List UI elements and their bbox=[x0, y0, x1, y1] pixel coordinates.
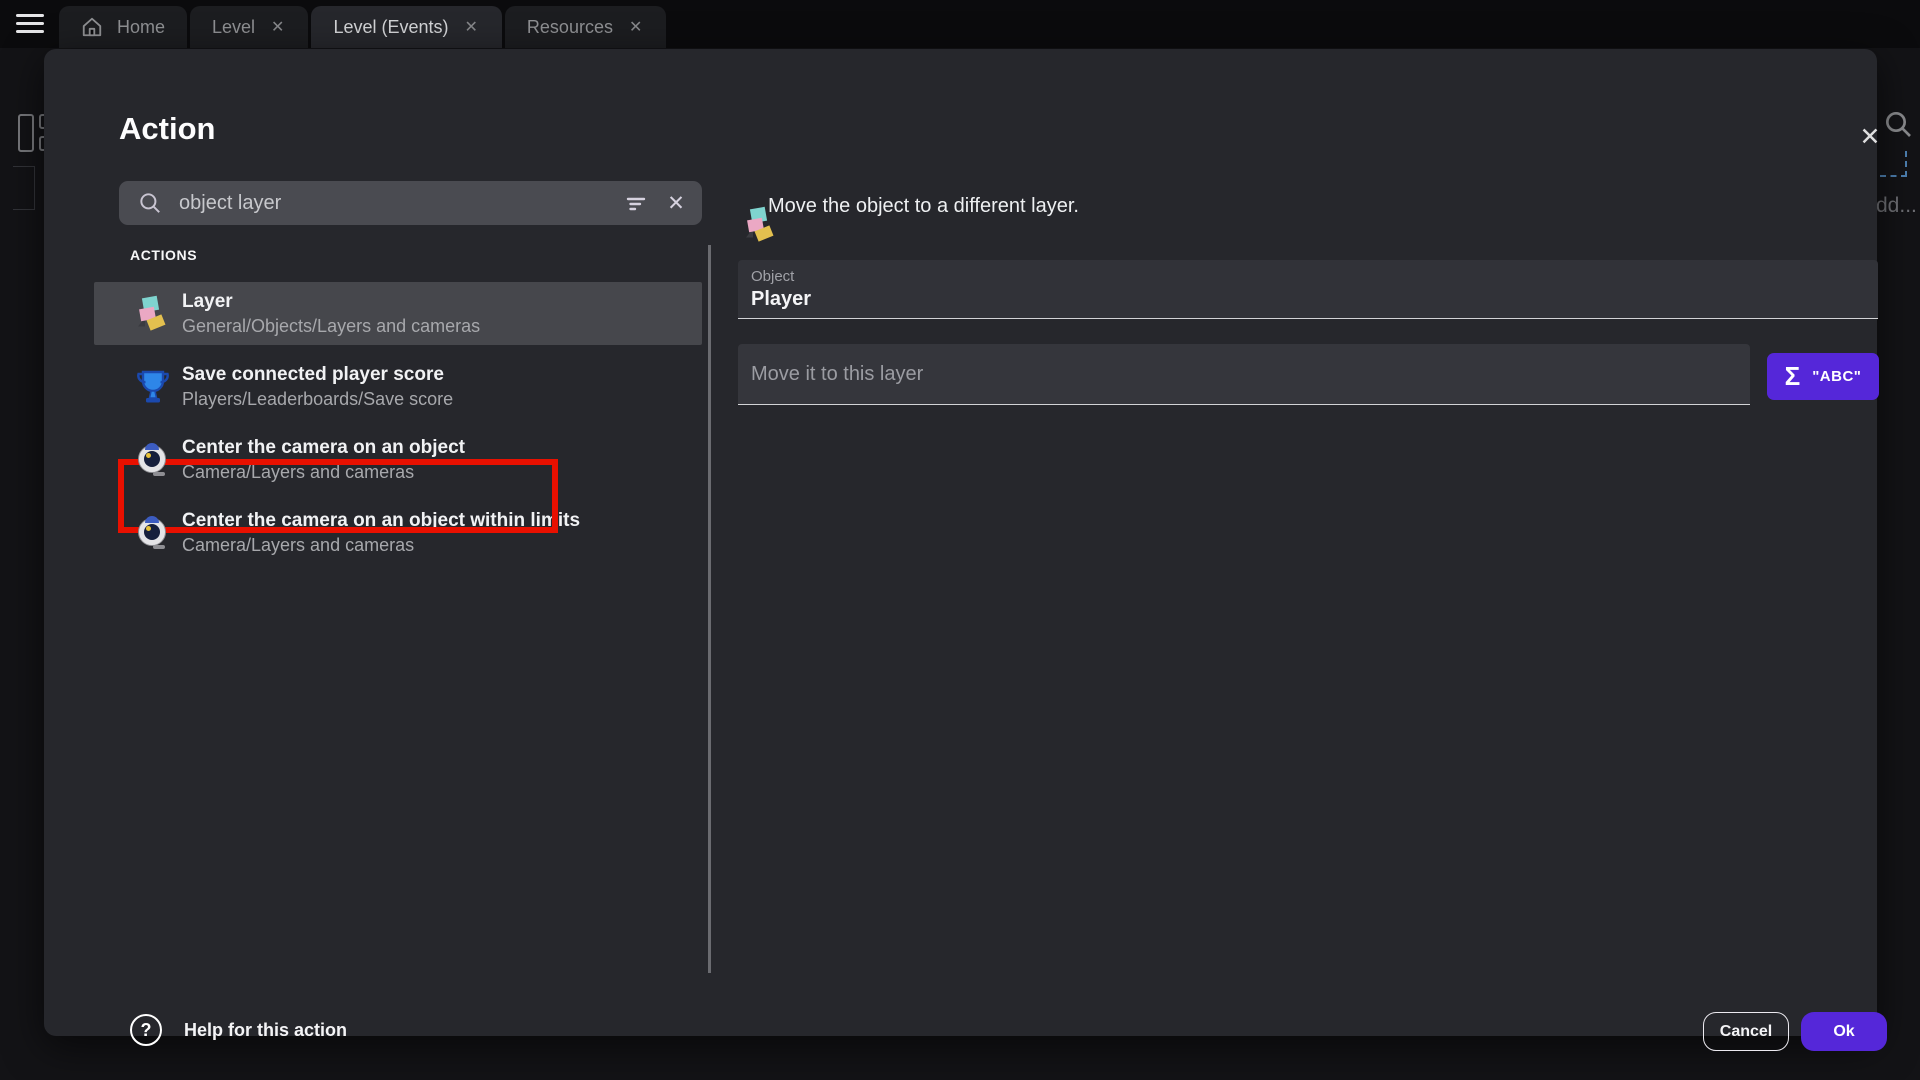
truncated-add-text: dd... bbox=[1876, 194, 1917, 218]
help-label: Help for this action bbox=[184, 1020, 347, 1041]
action-title: Center the camera on an object bbox=[182, 435, 465, 460]
close-icon[interactable]: ✕ bbox=[269, 17, 286, 37]
tab-label: Resources bbox=[527, 17, 613, 38]
search-icon bbox=[137, 190, 163, 216]
action-row-center-camera[interactable]: Center the camera on an object Camera/La… bbox=[94, 428, 702, 491]
toolbar-button-fragment bbox=[13, 166, 35, 210]
tab-label: Level (Events) bbox=[333, 17, 448, 38]
tab-level-events[interactable]: Level (Events) ✕ bbox=[311, 6, 501, 48]
layer-field[interactable] bbox=[738, 344, 1750, 405]
object-field[interactable]: Object Player bbox=[738, 260, 1878, 319]
expression-editor-button[interactable]: Σ "ABC" bbox=[1767, 353, 1879, 400]
action-row-save-score[interactable]: Save connected player score Players/Lead… bbox=[94, 355, 702, 418]
action-list: Layer General/Objects/Layers and cameras… bbox=[94, 282, 702, 574]
hamburger-menu-icon[interactable] bbox=[16, 14, 44, 34]
expression-button-label: "ABC" bbox=[1812, 368, 1861, 385]
app-window: Home Level ✕ Level (Events) ✕ Resources … bbox=[0, 0, 1920, 1080]
action-path: Camera/Layers and cameras bbox=[182, 533, 580, 557]
tab-resources[interactable]: Resources ✕ bbox=[505, 6, 666, 48]
webcam-icon bbox=[136, 442, 170, 478]
ok-button[interactable]: Ok bbox=[1801, 1012, 1887, 1051]
tab-level[interactable]: Level ✕ bbox=[190, 6, 308, 48]
tab-home[interactable]: Home bbox=[59, 6, 187, 48]
dialog-close-icon[interactable]: ✕ bbox=[1852, 119, 1888, 155]
help-link[interactable]: ? Help for this action bbox=[130, 1014, 347, 1046]
top-tab-bar: Home Level ✕ Level (Events) ✕ Resources … bbox=[0, 0, 1920, 48]
clear-search-icon[interactable]: ✕ bbox=[656, 183, 696, 223]
action-path: General/Objects/Layers and cameras bbox=[182, 314, 480, 338]
action-path: Players/Leaderboards/Save score bbox=[182, 387, 453, 411]
help-question-icon: ? bbox=[130, 1014, 162, 1046]
cancel-button[interactable]: Cancel bbox=[1703, 1012, 1789, 1051]
close-icon[interactable]: ✕ bbox=[627, 17, 644, 37]
dialog-title: Action bbox=[119, 111, 215, 147]
action-row-center-camera-limits[interactable]: Center the camera on an object within li… bbox=[94, 501, 702, 564]
action-row-layer[interactable]: Layer General/Objects/Layers and cameras bbox=[94, 282, 702, 345]
action-search-bar: ✕ bbox=[119, 181, 702, 225]
tab-strip: Home Level ✕ Level (Events) ✕ Resources … bbox=[59, 6, 666, 48]
action-description: Move the object to a different layer. bbox=[768, 195, 1079, 218]
filter-icon[interactable] bbox=[616, 183, 656, 223]
action-description-header: Move the object to a different layer. bbox=[744, 195, 1079, 218]
object-field-value: Player bbox=[751, 288, 1865, 311]
object-field-label: Object bbox=[751, 268, 1865, 285]
home-icon bbox=[81, 16, 103, 38]
actions-section-header: ACTIONS bbox=[130, 247, 197, 263]
tab-label: Home bbox=[117, 17, 165, 38]
layers-icon bbox=[136, 296, 170, 332]
action-title: Save connected player score bbox=[182, 362, 453, 387]
sigma-icon: Σ bbox=[1785, 361, 1801, 392]
close-icon[interactable]: ✕ bbox=[463, 17, 480, 37]
trophy-icon bbox=[136, 369, 170, 405]
search-input[interactable] bbox=[163, 192, 616, 215]
action-dialog: Action ✕ ✕ ACTIONS Layer Gener bbox=[44, 49, 1877, 1036]
pane-divider[interactable] bbox=[708, 245, 711, 973]
action-title: Center the camera on an object within li… bbox=[182, 508, 580, 533]
layer-input[interactable] bbox=[751, 363, 1737, 386]
action-title: Layer bbox=[182, 289, 480, 314]
webcam-icon bbox=[136, 515, 170, 551]
action-path: Camera/Layers and cameras bbox=[182, 460, 465, 484]
tab-label: Level bbox=[212, 17, 255, 38]
